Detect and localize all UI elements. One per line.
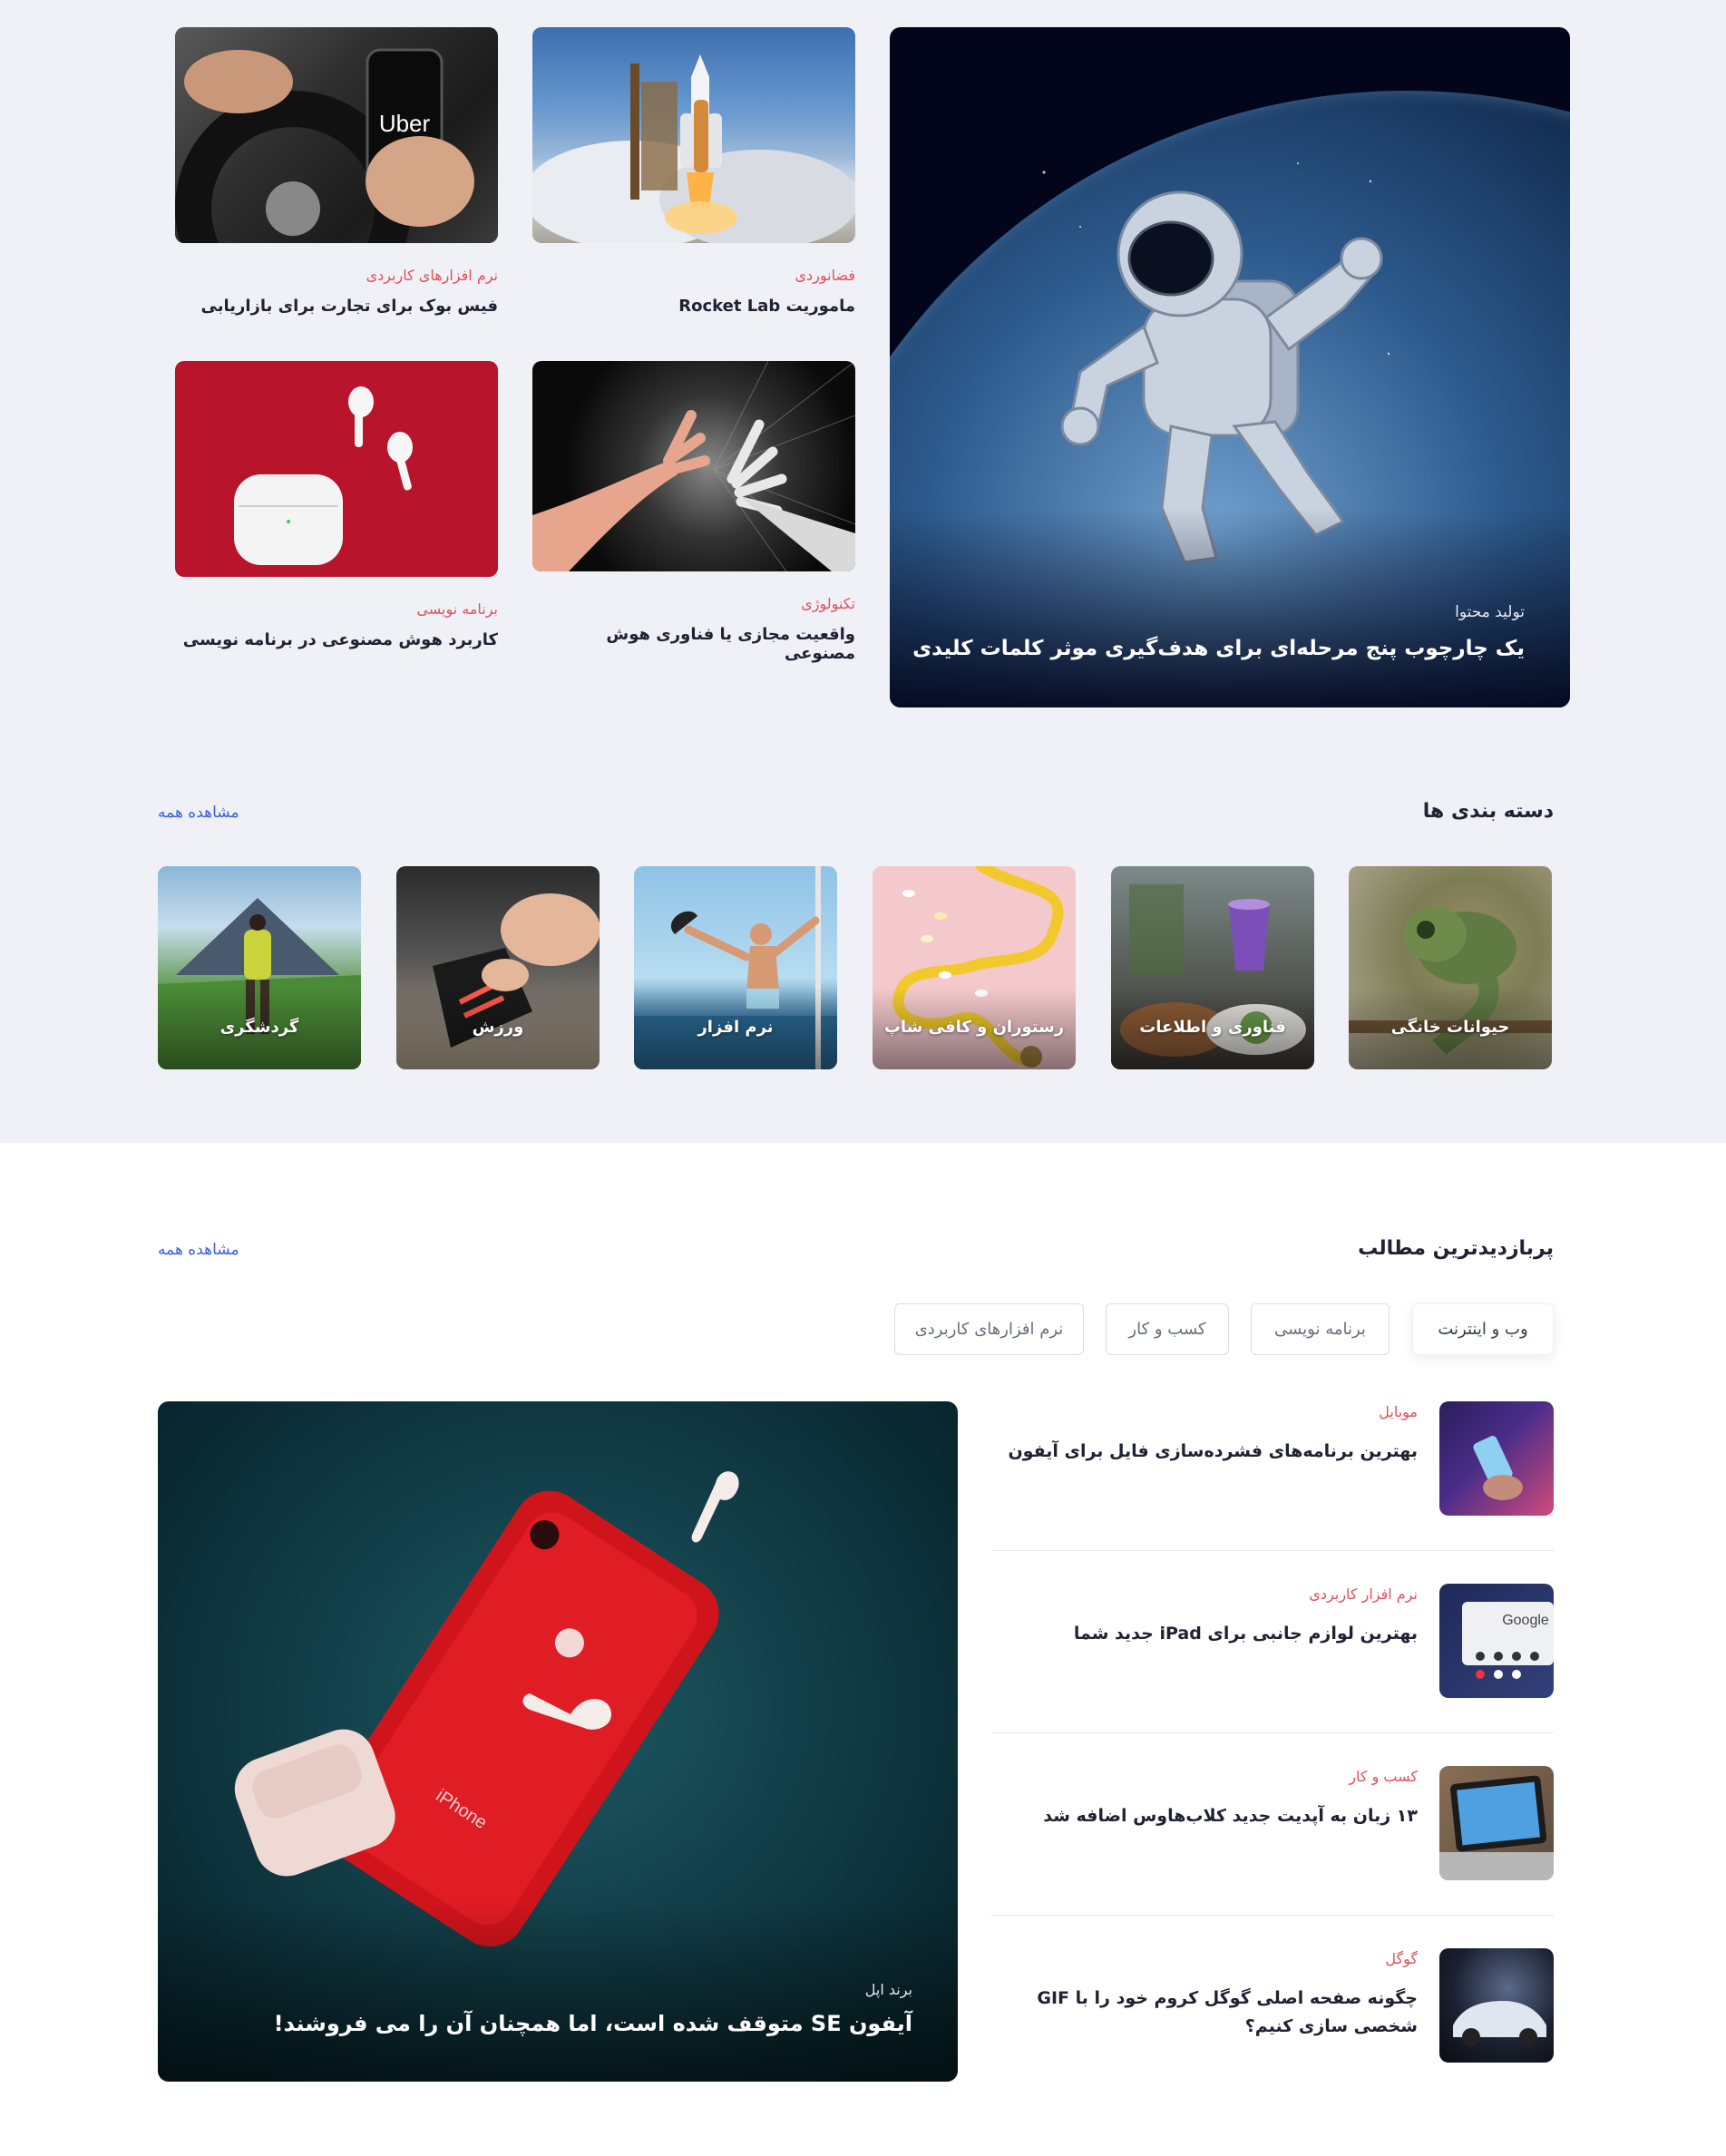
hero-title[interactable]: یک چارچوب پنج مرحله‌ای برای هدف‌گیری موث… bbox=[912, 637, 1525, 660]
feature-shade bbox=[158, 1900, 958, 2082]
car-illustration bbox=[1453, 2001, 1546, 2046]
item-category[interactable]: گوگل bbox=[1385, 1950, 1418, 1967]
card-category[interactable]: تکنولوژی bbox=[532, 595, 855, 612]
ipad-illustration bbox=[1439, 1775, 1554, 1880]
item-category[interactable]: نرم افزار کاربردی bbox=[1309, 1585, 1418, 1603]
item-thumbnail[interactable] bbox=[1439, 1401, 1554, 1516]
uber-illustration: Uber bbox=[175, 48, 474, 243]
divider bbox=[991, 1915, 1554, 1916]
card-title[interactable]: کاربرد هوش مصنوعی در برنامه نویسی bbox=[175, 630, 498, 649]
rocket-image[interactable] bbox=[532, 27, 855, 243]
card-title[interactable]: واقعیت مجازی یا فناوری هوش مصنوعی bbox=[532, 625, 855, 663]
category-tile-software[interactable]: نرم افزار bbox=[634, 866, 837, 1069]
category-label: ورزش bbox=[472, 1018, 524, 1037]
feature-category[interactable]: برند اپل bbox=[865, 1981, 912, 1998]
category-label: گردشگری bbox=[219, 1018, 299, 1037]
hero-category[interactable]: تولید محتوا bbox=[1455, 603, 1525, 621]
item-title[interactable]: بهترین لوازم جانبی برای iPad جدید شما bbox=[1000, 1620, 1418, 1648]
list-item[interactable]: گوگل چگونه صفحه اصلی گوگل کروم خود را با… bbox=[991, 1948, 1554, 2130]
airpods-illustration bbox=[234, 386, 413, 565]
tab-business[interactable]: کسب و کار bbox=[1106, 1303, 1229, 1355]
card-title[interactable]: فیس بوک برای تجارت برای بازاریابی bbox=[175, 297, 498, 316]
category-tile-sport[interactable]: ورزش bbox=[396, 866, 600, 1069]
feature-title[interactable]: آیفون SE متوقف شده است، اما همچنان آن را… bbox=[274, 2011, 912, 2036]
svg-text:Uber: Uber bbox=[379, 110, 431, 137]
svg-text:Google: Google bbox=[1502, 1613, 1549, 1628]
category-tile-tourism[interactable]: گردشگری bbox=[158, 866, 361, 1069]
item-thumbnail[interactable]: Google bbox=[1439, 1584, 1554, 1698]
tab-programming[interactable]: برنامه نویسی bbox=[1251, 1303, 1390, 1355]
uber-phone-image[interactable]: Uber bbox=[175, 27, 498, 243]
list-item[interactable]: Google نرم افزار کاربردی بهترین لوازم جا… bbox=[991, 1584, 1554, 1765]
hero-post[interactable]: تولید محتوا یک چارچوب پنج مرحله‌ای برای … bbox=[890, 27, 1570, 707]
tab-applications[interactable]: نرم افزارهای کاربردی bbox=[894, 1303, 1084, 1355]
post-card[interactable]: برنامه نویسی کاربرد هوش مصنوعی در برنامه… bbox=[175, 361, 498, 649]
item-title[interactable]: چگونه صفحه اصلی گوگل کروم خود را با GIF … bbox=[1000, 1985, 1418, 2042]
post-card[interactable]: فضانوردی ماموریت Rocket Lab bbox=[532, 27, 855, 316]
category-label: حیوانات خانگی bbox=[1390, 1018, 1510, 1037]
category-tile-tech-info[interactable]: فناوری و اطلاعات bbox=[1111, 866, 1314, 1069]
category-tile-pets[interactable]: حیوانات خانگی bbox=[1349, 866, 1552, 1069]
phone-hand-illustration bbox=[1473, 1436, 1523, 1500]
item-category[interactable]: کسب و کار bbox=[1349, 1768, 1418, 1785]
card-category[interactable]: نرم افزارهای کاربردی bbox=[175, 267, 498, 284]
card-title[interactable]: ماموریت Rocket Lab bbox=[532, 297, 855, 316]
categories-title: دسته بندی ها bbox=[1422, 800, 1554, 823]
categories-see-all-link[interactable]: مشاهده همه bbox=[158, 804, 239, 822]
list-item[interactable]: کسب و کار ۱۳ زبان به آپدیت جدید کلاب‌هاو… bbox=[991, 1766, 1554, 1947]
post-card[interactable]: تکنولوژی واقعیت مجازی یا فناوری هوش مصنو… bbox=[532, 361, 855, 663]
divider bbox=[991, 1550, 1554, 1551]
category-label: نرم افزار bbox=[697, 1018, 774, 1037]
robot-hand-illustration bbox=[532, 361, 855, 571]
google-phone-illustration: Google bbox=[1462, 1602, 1554, 1679]
card-category[interactable]: برنامه نویسی bbox=[175, 600, 498, 618]
item-thumbnail[interactable] bbox=[1439, 1766, 1554, 1880]
popular-see-all-link[interactable]: مشاهده همه bbox=[158, 1241, 239, 1259]
divider bbox=[991, 1732, 1554, 1733]
airpods-image[interactable] bbox=[175, 361, 498, 577]
featured-post[interactable]: iPhone برند اپل آیفون SE متوقف شده است، … bbox=[158, 1401, 958, 2082]
category-label: فناوری و اطلاعات bbox=[1139, 1018, 1286, 1037]
tab-web-internet[interactable]: وب و اینترنت bbox=[1412, 1303, 1554, 1355]
item-title[interactable]: ۱۳ زبان به آپدیت جدید کلاب‌هاوس اضافه شد bbox=[1000, 1802, 1418, 1830]
post-card[interactable]: Uber نرم افزارهای کاربردی فیس بوک برای ت… bbox=[175, 27, 498, 316]
page: تولید محتوا یک چارچوب پنج مرحله‌ای برای … bbox=[0, 0, 1726, 2156]
robot-hand-image[interactable] bbox=[532, 361, 855, 571]
category-label: رستوران و کافی شاپ bbox=[883, 1018, 1065, 1037]
card-category[interactable]: فضانوردی bbox=[532, 267, 856, 284]
popular-title: پربازدیدترین مطالب bbox=[1358, 1237, 1554, 1260]
item-thumbnail[interactable] bbox=[1439, 1948, 1554, 2063]
category-tile-restaurant[interactable]: رستوران و کافی شاپ bbox=[873, 866, 1076, 1069]
item-title[interactable]: بهترین برنامه‌های فشرده‌سازی فایل برای آ… bbox=[1000, 1438, 1418, 1466]
rocket-illustration bbox=[532, 54, 855, 243]
list-item[interactable]: موبایل بهترین برنامه‌های فشرده‌سازی فایل… bbox=[991, 1401, 1554, 1583]
item-category[interactable]: موبایل bbox=[1379, 1403, 1418, 1420]
